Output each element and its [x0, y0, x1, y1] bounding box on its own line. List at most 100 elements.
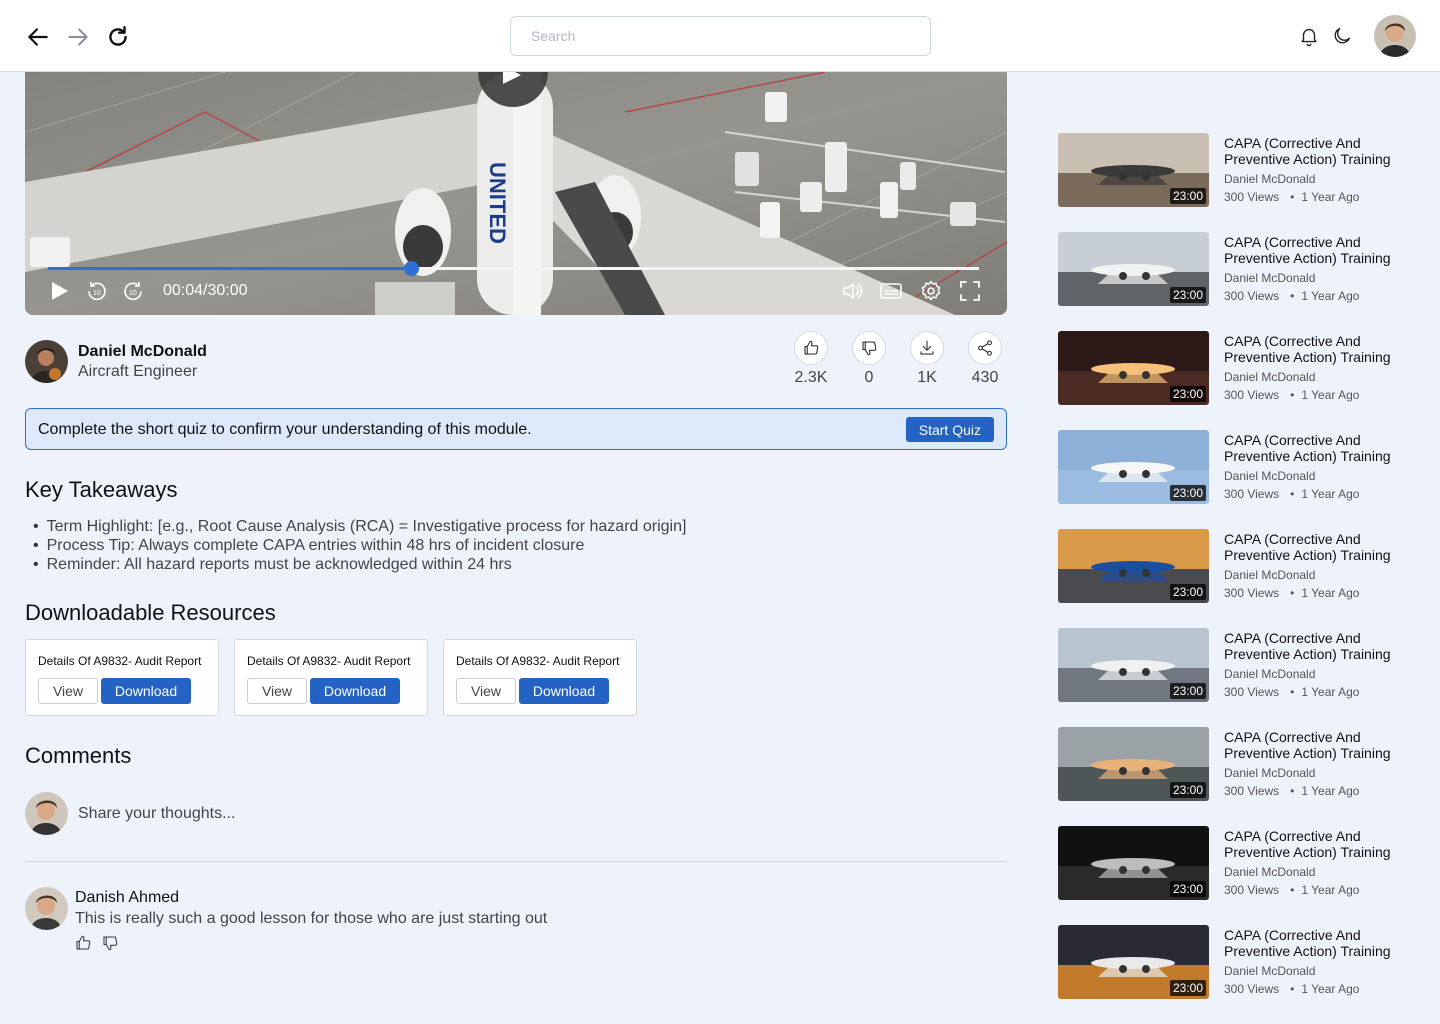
video-title[interactable]: CAPA (Corrective And Preventive Action) … — [1224, 531, 1414, 563]
resource-card: Details Of A9832- Audit Report View Down… — [234, 639, 428, 716]
resource-title: Details Of A9832- Audit Report — [38, 654, 202, 668]
start-quiz-button[interactable]: Start Quiz — [905, 417, 994, 442]
time-display: 00:04/30:00 — [163, 282, 248, 299]
related-video-item[interactable]: 23:00 CAPA (Corrective And Preventive Ac… — [1058, 529, 1418, 605]
video-title[interactable]: CAPA (Corrective And Preventive Action) … — [1224, 729, 1414, 761]
dislike-count: 0 — [864, 369, 874, 386]
commenter-avatar[interactable] — [25, 887, 68, 930]
forward-button[interactable] — [65, 24, 91, 50]
author-name[interactable]: Daniel McDonald — [78, 343, 207, 361]
video-thumbnail[interactable]: 23:00 — [1058, 430, 1209, 504]
video-author[interactable]: Daniel McDonald — [1224, 271, 1315, 285]
download-button[interactable] — [910, 331, 944, 365]
video-meta: 300 Views • 1 Year Ago — [1224, 586, 1359, 600]
commenter-name[interactable]: Danish Ahmed — [75, 889, 179, 907]
video-thumbnail[interactable]: 23:00 — [1058, 133, 1209, 207]
forward-10-icon: 10 — [124, 282, 142, 301]
quiz-text: Complete the short quiz to confirm your … — [38, 421, 532, 438]
video-title[interactable]: CAPA (Corrective And Preventive Action) … — [1224, 828, 1414, 860]
video-author[interactable]: Daniel McDonald — [1224, 568, 1315, 582]
reload-button[interactable] — [105, 24, 131, 50]
dislike-button[interactable] — [852, 331, 886, 365]
author-role: Aircraft Engineer — [78, 363, 198, 380]
view-button[interactable]: View — [456, 678, 516, 704]
video-title[interactable]: CAPA (Corrective And Preventive Action) … — [1224, 630, 1414, 662]
video-age: 1 Year Ago — [1301, 883, 1360, 897]
video-thumbnail[interactable]: 23:00 — [1058, 826, 1209, 900]
fullscreen-button[interactable] — [958, 279, 982, 303]
video-author[interactable]: Daniel McDonald — [1224, 469, 1315, 483]
svg-text:UNITED: UNITED — [485, 162, 510, 244]
download-resource-button[interactable]: Download — [310, 678, 400, 704]
rewind-10-icon: 10 — [88, 282, 106, 301]
video-thumbnail[interactable]: 23:00 — [1058, 232, 1209, 306]
video-views: 300 Views — [1224, 487, 1280, 501]
video-duration: 23:00 — [1169, 683, 1206, 699]
resource-card: Details Of A9832- Audit Report View Down… — [443, 639, 637, 716]
download-count: 1K — [917, 369, 937, 386]
resource-title: Details Of A9832- Audit Report — [456, 654, 620, 668]
video-author[interactable]: Daniel McDonald — [1224, 865, 1315, 879]
video-thumbnail[interactable]: 23:00 — [1058, 925, 1209, 999]
related-video-item[interactable]: 23:00 CAPA (Corrective And Preventive Ac… — [1058, 925, 1418, 1001]
related-video-item[interactable]: 23:00 CAPA (Corrective And Preventive Ac… — [1058, 826, 1418, 902]
video-title[interactable]: CAPA (Corrective And Preventive Action) … — [1224, 333, 1414, 365]
video-author[interactable]: Daniel McDonald — [1224, 766, 1315, 780]
video-age: 1 Year Ago — [1301, 586, 1360, 600]
download-resource-button[interactable]: Download — [519, 678, 609, 704]
progress-bar[interactable] — [48, 261, 979, 276]
video-title[interactable]: CAPA (Corrective And Preventive Action) … — [1224, 927, 1414, 959]
video-player[interactable]: UNITED 10 10 00:04/30:00 — [25, 72, 1007, 315]
forward-10-button[interactable]: 10 — [121, 279, 145, 303]
comment-input[interactable] — [78, 802, 978, 826]
search-input[interactable] — [510, 16, 931, 56]
share-icon — [978, 340, 992, 356]
video-age: 1 Year Ago — [1301, 388, 1360, 402]
video-views: 300 Views — [1224, 388, 1280, 402]
video-thumbnail[interactable]: 23:00 — [1058, 331, 1209, 405]
current-user-avatar — [25, 792, 68, 835]
related-video-item[interactable]: 23:00 CAPA (Corrective And Preventive Ac… — [1058, 331, 1418, 407]
video-thumbnail[interactable]: 23:00 — [1058, 727, 1209, 801]
takeaway-item: Term Highlight: [e.g., Root Cause Analys… — [33, 517, 687, 536]
video-title[interactable]: CAPA (Corrective And Preventive Action) … — [1224, 432, 1414, 464]
video-author[interactable]: Daniel McDonald — [1224, 172, 1315, 186]
related-video-item[interactable]: 23:00 CAPA (Corrective And Preventive Ac… — [1058, 628, 1418, 704]
subtitles-button[interactable] — [879, 279, 903, 303]
video-author[interactable]: Daniel McDonald — [1224, 964, 1315, 978]
video-author[interactable]: Daniel McDonald — [1224, 667, 1315, 681]
related-video-item[interactable]: 23:00 CAPA (Corrective And Preventive Ac… — [1058, 232, 1418, 308]
author-avatar[interactable] — [25, 340, 68, 383]
video-views: 300 Views — [1224, 190, 1280, 204]
rewind-10-button[interactable]: 10 — [85, 279, 109, 303]
video-title[interactable]: CAPA (Corrective And Preventive Action) … — [1224, 234, 1414, 266]
like-button[interactable] — [794, 331, 828, 365]
related-video-item[interactable]: 23:00 CAPA (Corrective And Preventive Ac… — [1058, 133, 1418, 209]
video-author[interactable]: Daniel McDonald — [1224, 370, 1315, 384]
view-button[interactable]: View — [38, 678, 98, 704]
video-thumbnail[interactable]: 23:00 — [1058, 628, 1209, 702]
volume-button[interactable] — [840, 279, 864, 303]
video-views: 300 Views — [1224, 883, 1280, 897]
user-avatar[interactable] — [1374, 15, 1416, 57]
comment-like-button[interactable] — [74, 934, 94, 954]
related-video-item[interactable]: 23:00 CAPA (Corrective And Preventive Ac… — [1058, 727, 1418, 803]
video-age: 1 Year Ago — [1301, 487, 1360, 501]
top-bar — [0, 0, 1440, 72]
download-resource-button[interactable]: Download — [101, 678, 191, 704]
back-button[interactable] — [25, 24, 51, 50]
settings-button[interactable] — [919, 279, 943, 303]
play-button[interactable] — [47, 279, 71, 303]
video-thumbnail[interactable]: 23:00 — [1058, 529, 1209, 603]
related-video-item[interactable]: 23:00 CAPA (Corrective And Preventive Ac… — [1058, 430, 1418, 506]
theme-toggle[interactable] — [1331, 25, 1353, 47]
video-meta: 300 Views • 1 Year Ago — [1224, 685, 1359, 699]
comment-dislike-button[interactable] — [101, 934, 121, 954]
share-button[interactable] — [968, 331, 1002, 365]
video-duration: 23:00 — [1169, 188, 1206, 204]
notifications-button[interactable] — [1298, 25, 1320, 47]
view-button[interactable]: View — [247, 678, 307, 704]
progress-knob[interactable] — [404, 261, 420, 276]
video-title[interactable]: CAPA (Corrective And Preventive Action) … — [1224, 135, 1414, 167]
play-icon — [52, 282, 68, 300]
